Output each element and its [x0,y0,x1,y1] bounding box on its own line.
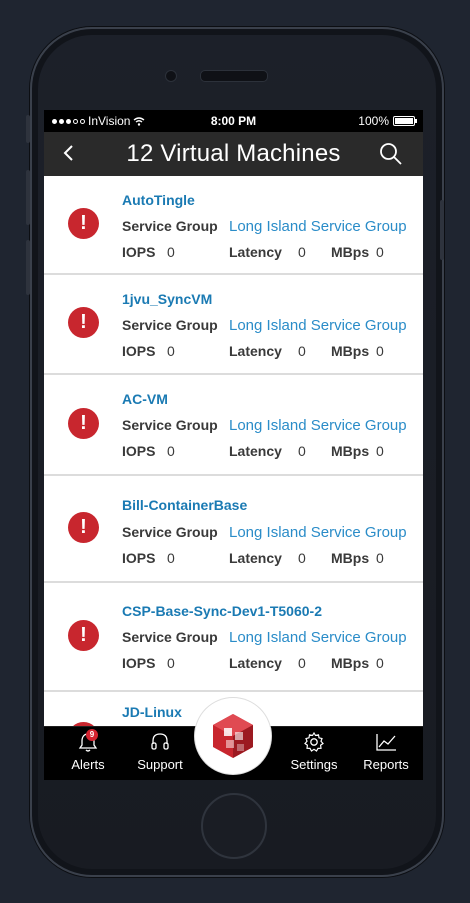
vm-name[interactable]: AutoTingle [122,192,195,208]
mbps-label: MBps [331,550,370,566]
vm-name[interactable]: Bill-ContainerBase [122,497,247,513]
volume-up-button [26,170,30,225]
iops-value: 0 [167,655,175,671]
service-group-link[interactable]: Long Island Service Group [229,417,407,434]
gear-icon [304,731,324,752]
headset-icon [151,733,169,750]
tab-settings-label: Settings [290,757,338,772]
service-group-label: Service Group [122,524,218,540]
front-camera [165,70,177,82]
service-group-link[interactable]: Long Island Service Group [229,524,407,541]
mute-switch [26,115,30,143]
iops-label: IOPS [122,655,156,671]
vm-row[interactable]: ! 1jvu_SyncVM Service Group Long Island … [44,275,423,375]
iops-label: IOPS [122,550,156,566]
mbps-value: 0 [376,343,384,359]
cube-logo-icon [213,714,253,758]
service-group-link[interactable]: Long Island Service Group [229,629,407,646]
tab-support-label: Support [137,757,183,772]
service-group-link[interactable]: Long Island Service Group [229,317,407,334]
latency-value: 0 [298,550,306,566]
tab-settings[interactable]: Settings [284,731,344,772]
vm-name[interactable]: AC-VM [122,391,168,407]
mbps-label: MBps [331,343,370,359]
mbps-value: 0 [376,244,384,260]
alerts-badge: 9 [86,729,98,741]
tab-reports[interactable]: Reports [358,731,414,772]
page-title: 12 Virtual Machines [126,140,341,167]
latency-label: Latency [229,244,282,260]
alert-exclamation-icon: ! [68,620,99,651]
mbps-label: MBps [331,443,370,459]
battery-icon [393,116,417,126]
home-button[interactable] [201,793,267,859]
alert-exclamation-icon: ! [68,722,99,726]
nav-bar: 12 Virtual Machines [44,132,423,176]
mbps-label: MBps [331,244,370,260]
alert-exclamation-icon: ! [68,307,99,338]
volume-down-button [26,240,30,295]
search-icon[interactable] [379,142,403,171]
brand-logo-button[interactable] [195,698,271,774]
latency-label: Latency [229,655,282,671]
mbps-value: 0 [376,550,384,566]
vm-name[interactable]: CSP-Base-Sync-Dev1-T5060-2 [122,603,322,619]
screen: InVision 8:00 PM 100% 12 Virtual Machine… [44,110,423,780]
back-chevron-icon[interactable] [62,140,74,171]
latency-value: 0 [298,443,306,459]
vm-row[interactable]: ! CSP-Base-Sync-Dev1-T5060-2 Service Gro… [44,583,423,692]
earpiece-speaker [200,70,268,82]
vm-row[interactable]: ! AC-VM Service Group Long Island Servic… [44,375,423,476]
iops-value: 0 [167,550,175,566]
mbps-value: 0 [376,443,384,459]
iops-label: IOPS [122,244,156,260]
tab-bar: 9 Alerts Support Settings Reports [44,698,423,780]
service-group-link[interactable]: Long Island Service Group [229,218,407,235]
status-bar: InVision 8:00 PM 100% [44,110,423,132]
battery-percent: 100% [358,114,389,128]
iops-value: 0 [167,244,175,260]
vm-row[interactable]: ! AutoTingle Service Group Long Island S… [44,176,423,275]
vm-row[interactable]: ! Bill-ContainerBase Service Group Long … [44,476,423,583]
latency-label: Latency [229,550,282,566]
alert-exclamation-icon: ! [68,512,99,543]
tab-alerts[interactable]: 9 Alerts [62,729,114,772]
service-group-label: Service Group [122,417,218,433]
latency-value: 0 [298,655,306,671]
tab-support[interactable]: Support [132,731,188,772]
tab-alerts-label: Alerts [71,757,105,772]
iops-label: IOPS [122,343,156,359]
vm-name[interactable]: 1jvu_SyncVM [122,291,212,307]
latency-label: Latency [229,443,282,459]
line-chart-icon [376,734,396,751]
mbps-label: MBps [331,655,370,671]
vm-name[interactable]: JD-Linux [122,704,182,720]
latency-value: 0 [298,244,306,260]
service-group-label: Service Group [122,218,218,234]
service-group-label: Service Group [122,629,218,645]
alert-exclamation-icon: ! [68,208,99,239]
vm-list: ! AutoTingle Service Group Long Island S… [44,176,423,726]
power-button [440,200,444,260]
mbps-value: 0 [376,655,384,671]
latency-label: Latency [229,343,282,359]
service-group-label: Service Group [122,317,218,333]
iops-label: IOPS [122,443,156,459]
tab-reports-label: Reports [363,757,409,772]
alert-exclamation-icon: ! [68,408,99,439]
latency-value: 0 [298,343,306,359]
iops-value: 0 [167,443,175,459]
iops-value: 0 [167,343,175,359]
